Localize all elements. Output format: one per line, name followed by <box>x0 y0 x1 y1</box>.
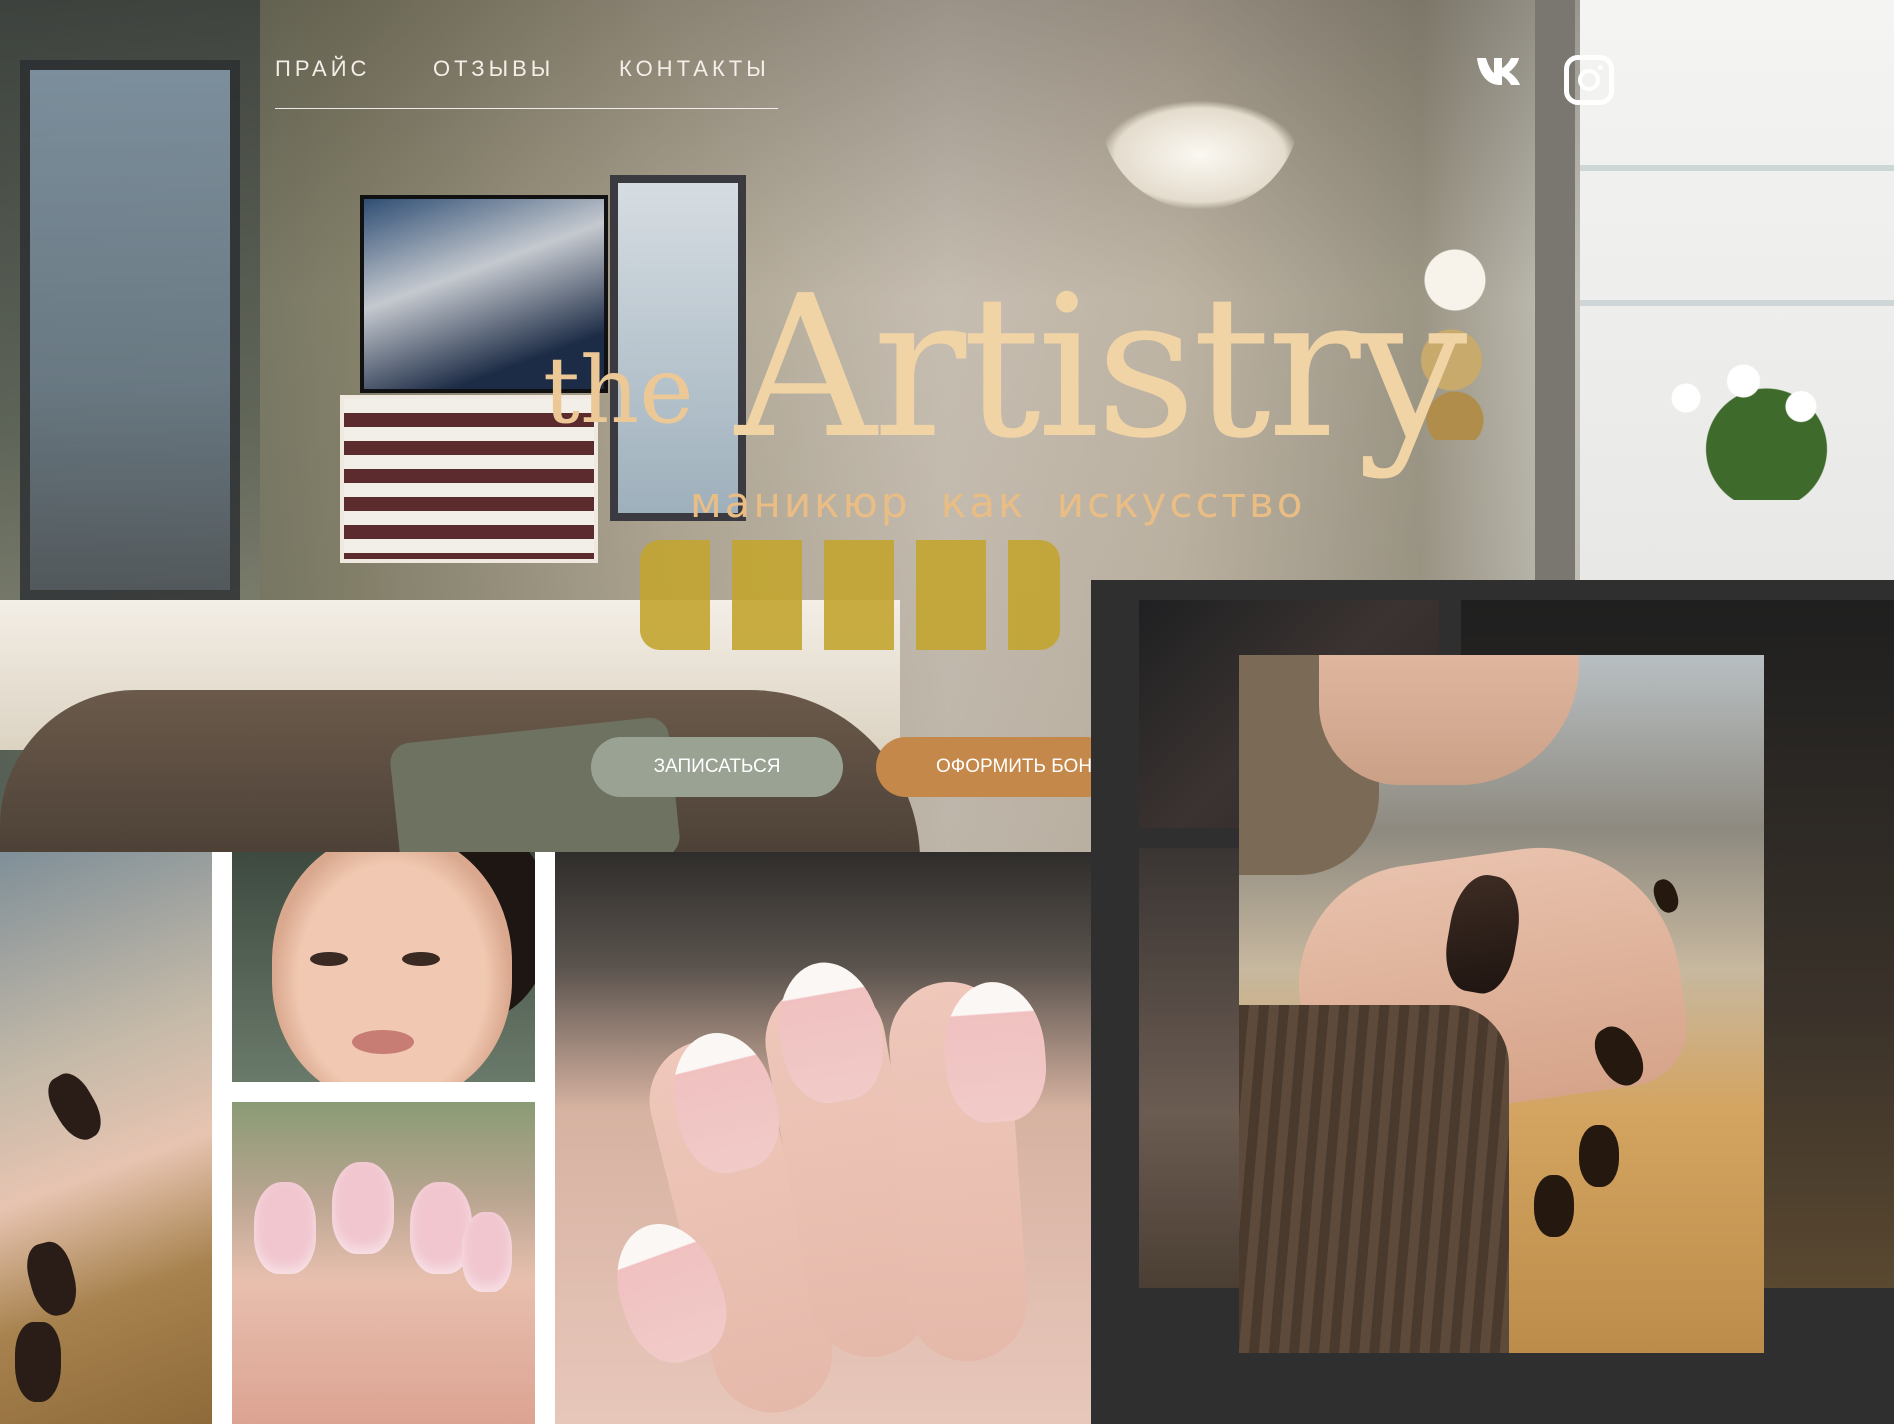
nail-shape <box>254 1182 316 1274</box>
logo-prefix: the <box>543 337 694 444</box>
book-button[interactable]: ЗАПИСАТЬСЯ <box>591 737 843 797</box>
instagram-icon[interactable] <box>1564 55 1614 105</box>
vk-logo-glyph <box>1477 58 1520 85</box>
dark-nail <box>1534 1175 1574 1237</box>
nail-shape <box>15 1322 61 1402</box>
portrait-eye <box>310 952 348 966</box>
portrait-lips <box>352 1030 414 1054</box>
nav-link-reviews[interactable]: ОТЗЫВЫ <box>433 56 554 82</box>
lightbox-bg-photo <box>1139 848 1239 1288</box>
nav-link-price[interactable]: ПРАЙС <box>275 56 370 82</box>
nail-shape <box>332 1162 394 1254</box>
vk-icon[interactable] <box>1475 55 1527 87</box>
gallery-photo-dark-nails[interactable] <box>0 852 212 1424</box>
nav-link-contacts[interactable]: КОНТАКТЫ <box>619 56 770 82</box>
dark-nail <box>1579 1125 1619 1187</box>
lightbox-overlay[interactable] <box>1091 580 1894 1424</box>
sleeve-shape <box>1239 1005 1509 1353</box>
hero-chairs <box>640 540 1060 650</box>
nail-shape <box>21 1237 83 1321</box>
gallery-photo-pink-nails[interactable] <box>232 1102 535 1424</box>
finger-shape <box>1319 655 1579 785</box>
main-nav: ПРАЙС ОТЗЫВЫ КОНТАКТЫ <box>275 52 778 109</box>
nail-shape <box>40 1066 110 1148</box>
hero-chandelier <box>1100 100 1300 210</box>
nail-shape <box>462 1212 512 1292</box>
gallery-photo-french-manicure[interactable] <box>555 852 1091 1424</box>
gift-certificate-button[interactable]: ОФОРМИТЬ БОНУС <box>876 737 1116 797</box>
portrait-eye <box>402 952 440 966</box>
lightbox-image-dark-nail[interactable] <box>1239 655 1764 1353</box>
hero-tagline: маникюр как искусство <box>690 478 1306 527</box>
hero-window <box>20 60 240 600</box>
hero-flowers <box>1640 330 1870 500</box>
gallery-photo-master-portrait[interactable] <box>232 852 535 1082</box>
logo-title: Artistry <box>735 254 1467 482</box>
